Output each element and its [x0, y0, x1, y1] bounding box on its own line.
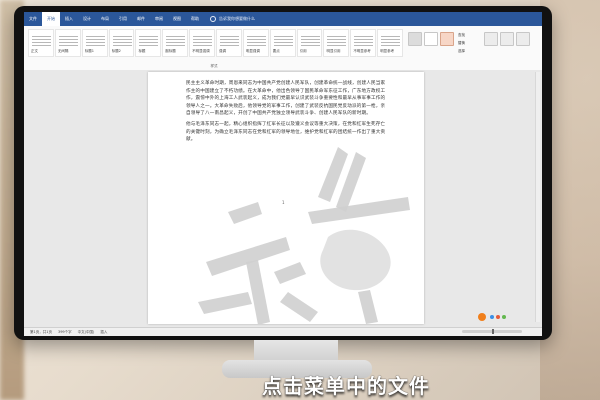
- tell-me-box[interactable]: 告诉我你想要做什么: [210, 16, 255, 22]
- dot-icon: [502, 315, 506, 319]
- styles-group-label: 样式: [210, 64, 218, 68]
- style-intense-reference[interactable]: 明显参考: [377, 29, 404, 57]
- tell-me-text: 告诉我你想要做什么: [219, 16, 255, 21]
- style-name: 要点: [272, 49, 280, 53]
- ribbon-tab-bar: 文件 开始 插入 设计 布局 引用 邮件 审阅 视图 帮助 告诉我你想要做什么: [24, 12, 542, 26]
- select-button[interactable]: 选择: [458, 49, 465, 54]
- style-preview: [85, 36, 105, 46]
- style-emphasis[interactable]: 强调: [216, 29, 242, 57]
- styles-pane-button[interactable]: [408, 32, 422, 46]
- tab-review[interactable]: 审阅: [150, 12, 168, 26]
- style-preview: [246, 36, 266, 46]
- style-preview: [166, 36, 186, 46]
- dot-icon: [496, 315, 500, 319]
- style-subtle-reference[interactable]: 不明显参考: [350, 29, 377, 57]
- style-intense-quote[interactable]: 明显引用: [323, 29, 350, 57]
- document-page[interactable]: 民主主义革命时期，周恩来同志为中国共产党创建人民军队，创建革命统一战线，创建人民…: [148, 72, 424, 324]
- style-name: 正文: [31, 49, 38, 53]
- sogou-icon: [478, 313, 486, 321]
- paragraph-2: 他与毛泽东同志一起，精心组织指挥了红军长征以及遵义会议等重大决策，在党和红军生死…: [186, 121, 386, 143]
- sign-button[interactable]: [484, 32, 498, 46]
- status-mode[interactable]: 插入: [100, 330, 107, 335]
- ribbon-tools: 查找 替换 选择: [408, 29, 538, 65]
- style-name: 明显引用: [326, 49, 341, 53]
- status-bar: 第1页，共1页 399个字 中文(中国) 插入: [24, 327, 542, 336]
- style-heading-1[interactable]: 标题1: [81, 29, 108, 57]
- ribbon: 正文 无间隔 标题1 标题2 标题 副标题 不明显强调 强调 明显强调 要点 引…: [24, 26, 542, 71]
- style-strong[interactable]: 要点: [269, 29, 296, 57]
- style-preview: [139, 36, 159, 46]
- style-preview: [112, 36, 132, 46]
- style-name: 强调: [219, 49, 227, 53]
- style-preview: [193, 36, 213, 46]
- highlight-button[interactable]: [440, 32, 454, 46]
- style-preview: [327, 36, 347, 46]
- style-name: 副标题: [165, 49, 176, 53]
- tab-help[interactable]: 帮助: [186, 12, 204, 26]
- style-quote[interactable]: 引用: [296, 29, 323, 57]
- style-heading-2[interactable]: 标题2: [108, 29, 135, 57]
- style-preview: [32, 36, 51, 46]
- screen: 文件 开始 插入 设计 布局 引用 邮件 审阅 视图 帮助 告诉我你想要做什么 …: [24, 12, 542, 336]
- text-effect-button[interactable]: [424, 32, 438, 46]
- zoom-slider[interactable]: [462, 329, 522, 334]
- style-name: 无间隔: [57, 49, 69, 53]
- tab-mailings[interactable]: 邮件: [132, 12, 150, 26]
- document-body[interactable]: 民主主义革命时期，周恩来同志为中国共产党创建人民军队，创建革命统一战线，创建人民…: [186, 80, 386, 144]
- page-view-button[interactable]: [500, 32, 514, 46]
- monitor: 文件 开始 插入 设计 布局 引用 邮件 审阅 视图 帮助 告诉我你想要做什么 …: [14, 6, 552, 340]
- paragraph-1: 民主主义革命时期，周恩来同志为中国共产党创建人民军队，创建革命统一战线，创建人民…: [186, 81, 386, 117]
- app-logo: [478, 312, 518, 322]
- document-area: 民主主义革命时期，周恩来同志为中国共产党创建人民军队，创建革命统一战线，创建人民…: [24, 70, 542, 328]
- style-preview: [354, 36, 374, 46]
- tab-view[interactable]: 视图: [168, 12, 186, 26]
- style-normal[interactable]: 正文: [28, 29, 54, 57]
- page-view-button-2[interactable]: [516, 32, 530, 46]
- style-preview: [220, 36, 240, 46]
- lightbulb-icon: [210, 16, 216, 22]
- style-title[interactable]: 标题: [135, 29, 162, 57]
- watermark: [198, 147, 410, 324]
- style-name: 不明显参考: [353, 49, 371, 53]
- style-name: 明显强调: [245, 49, 260, 53]
- style-intense-emphasis[interactable]: 明显强调: [242, 29, 269, 57]
- style-name: 标题2: [111, 49, 121, 53]
- tab-design[interactable]: 设计: [78, 12, 96, 26]
- tab-references[interactable]: 引用: [114, 12, 132, 26]
- style-subtitle[interactable]: 副标题: [162, 29, 189, 57]
- style-name: 标题: [138, 49, 146, 53]
- page-number: 1: [282, 200, 285, 205]
- style-subtle-emphasis[interactable]: 不明显强调: [189, 29, 216, 57]
- monitor-stand-neck: [254, 340, 338, 362]
- status-page[interactable]: 第1页，共1页: [30, 330, 52, 335]
- tab-home[interactable]: 开始: [42, 12, 60, 26]
- style-name: 不明显强调: [192, 49, 210, 53]
- status-language[interactable]: 中文(中国): [78, 330, 95, 335]
- status-words[interactable]: 399个字: [58, 330, 72, 335]
- tab-file[interactable]: 文件: [24, 12, 42, 26]
- style-preview: [300, 36, 320, 46]
- style-name: 明显参考: [380, 49, 395, 53]
- tab-layout[interactable]: 布局: [96, 12, 114, 26]
- zoom-knob[interactable]: [492, 329, 494, 334]
- style-preview: [58, 36, 78, 46]
- video-caption: 点击菜单中的文件: [262, 374, 430, 398]
- style-name: 引用: [299, 49, 307, 53]
- style-preview: [273, 36, 293, 46]
- replace-button[interactable]: 替换: [458, 41, 465, 46]
- find-button[interactable]: 查找: [458, 33, 465, 38]
- style-name: 标题1: [84, 49, 94, 53]
- styles-gallery: 正文 无间隔 标题1 标题2 标题 副标题 不明显强调 强调 明显强调 要点 引…: [28, 29, 404, 59]
- style-no-spacing[interactable]: 无间隔: [54, 29, 81, 57]
- tab-insert[interactable]: 插入: [60, 12, 78, 26]
- vertical-scrollbar[interactable]: [535, 72, 540, 322]
- dot-icon: [490, 315, 494, 319]
- style-preview: [381, 36, 401, 46]
